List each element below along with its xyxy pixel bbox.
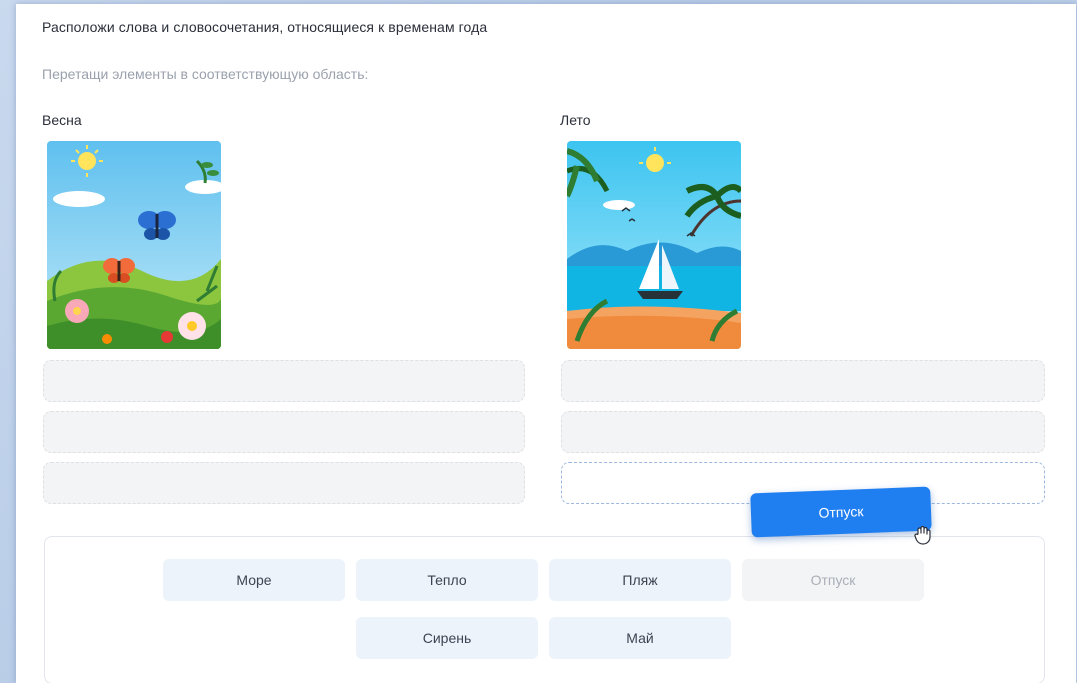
column-label-spring: Весна <box>42 112 82 128</box>
word-chip[interactable]: Пляж <box>549 559 731 601</box>
drop-slot-spring-3[interactable] <box>43 462 525 504</box>
drop-slot-spring-2[interactable] <box>43 411 525 453</box>
word-chip[interactable]: Май <box>549 617 731 659</box>
drop-slot-spring-1[interactable] <box>43 360 525 402</box>
summer-illustration <box>567 141 741 349</box>
word-chip[interactable]: Сирень <box>356 617 538 659</box>
drop-slot-summer-2[interactable] <box>561 411 1045 453</box>
task-hint: Перетащи элементы в соответствующую обла… <box>42 66 369 82</box>
dragged-word-chip[interactable]: Отпуск <box>750 486 932 538</box>
task-title: Расположи слова и словосочетания, относя… <box>42 19 488 35</box>
word-chip[interactable]: Море <box>163 559 345 601</box>
grab-hand-icon <box>912 524 934 546</box>
drop-slot-summer-1[interactable] <box>561 360 1045 402</box>
word-chip[interactable]: Тепло <box>356 559 538 601</box>
word-chip-placeholder: Отпуск <box>742 559 924 601</box>
exercise-card: Расположи слова и словосочетания, относя… <box>16 4 1076 683</box>
spring-illustration <box>47 141 221 349</box>
column-label-summer: Лето <box>560 112 591 128</box>
word-bank: Море Тепло Пляж Отпуск Сирень Май <box>44 536 1045 683</box>
